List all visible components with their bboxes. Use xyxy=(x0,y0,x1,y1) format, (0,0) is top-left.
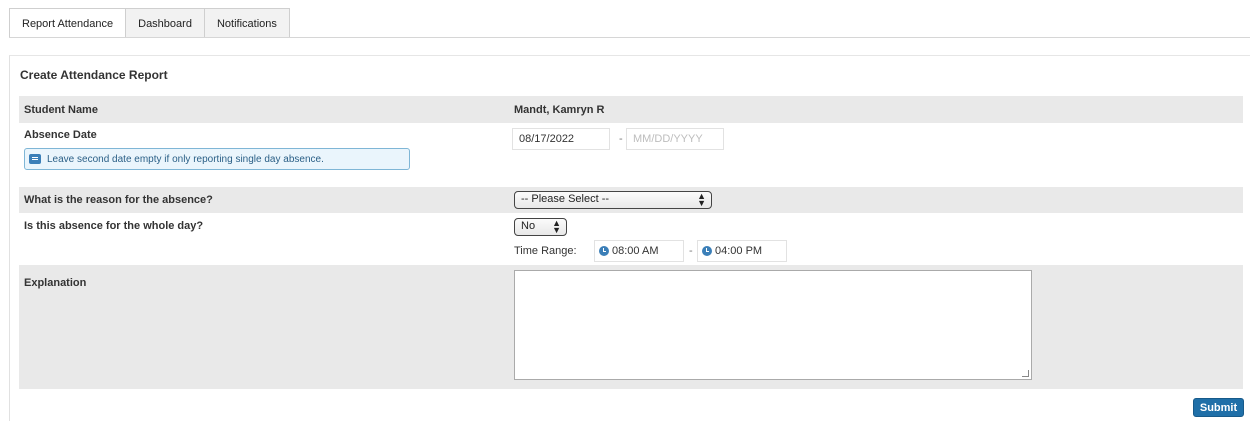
absence-end-date-input[interactable]: MM/DD/YYYY xyxy=(626,128,724,150)
student-name-row: Student Name Mandt, Kamryn R xyxy=(19,96,1243,123)
absence-date-hint-text: Leave second date empty if only reportin… xyxy=(47,153,324,165)
tab-divider xyxy=(9,37,1250,38)
submit-button[interactable]: Submit xyxy=(1193,398,1244,417)
tab-dashboard[interactable]: Dashboard xyxy=(125,8,205,38)
tab-bar: Report Attendance Dashboard Notification… xyxy=(9,8,290,38)
info-icon xyxy=(29,154,41,164)
reason-label: What is the reason for the absence? xyxy=(24,194,213,206)
time-range-label: Time Range: xyxy=(514,245,577,257)
explanation-label: Explanation xyxy=(24,277,87,289)
time-start-input[interactable]: 08:00 AM xyxy=(594,240,684,262)
absence-start-date-input[interactable]: 08/17/2022 xyxy=(512,128,610,150)
time-end-value: 04:00 PM xyxy=(715,245,763,257)
time-end-input[interactable]: 04:00 PM xyxy=(697,240,787,262)
absence-date-label: Absence Date xyxy=(24,129,97,141)
whole-day-select[interactable]: No ▲ ▼ xyxy=(514,218,567,236)
date-separator: - xyxy=(619,133,623,145)
whole-day-select-value: No xyxy=(521,220,536,232)
whole-day-label: Is this absence for the whole day? xyxy=(24,220,204,232)
tab-notifications[interactable]: Notifications xyxy=(203,8,290,38)
select-arrows-icon: ▲ ▼ xyxy=(552,218,561,235)
explanation-textarea[interactable] xyxy=(514,270,1032,380)
form-title: Create Attendance Report xyxy=(20,68,168,82)
clock-icon xyxy=(702,246,712,256)
time-start-value: 08:00 AM xyxy=(612,245,659,257)
resize-handle-icon[interactable] xyxy=(1022,370,1029,377)
tab-report-attendance[interactable]: Report Attendance xyxy=(9,8,127,38)
reason-select[interactable]: -- Please Select -- ▲ ▼ xyxy=(514,191,712,209)
absence-date-hint: Leave second date empty if only reportin… xyxy=(24,148,410,170)
student-name-label: Student Name xyxy=(24,104,98,116)
reason-select-value: -- Please Select -- xyxy=(521,193,610,205)
time-separator: - xyxy=(689,245,693,257)
student-name-value: Mandt, Kamryn R xyxy=(514,104,605,116)
clock-icon xyxy=(599,246,609,256)
select-arrows-icon: ▲ ▼ xyxy=(697,191,706,208)
